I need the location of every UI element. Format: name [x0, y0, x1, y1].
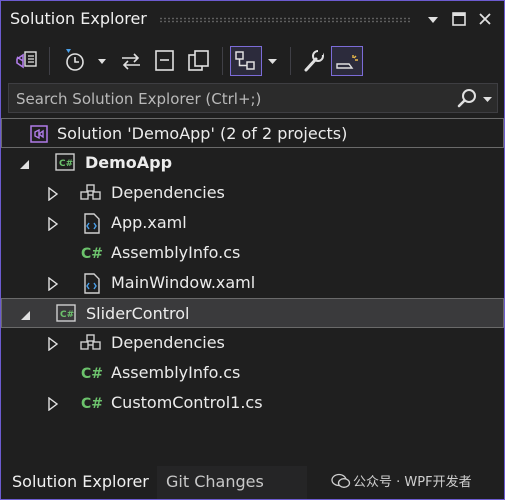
tree-item-project[interactable]: C# DemoApp [1, 148, 504, 178]
item-label: Dependencies [111, 183, 225, 202]
collapsed-arrow-icon[interactable] [47, 216, 59, 235]
tab-git-changes[interactable]: Git Changes [157, 466, 307, 499]
tree-item-file[interactable]: C# CustomControl1.cs [1, 388, 504, 418]
project-label: DemoApp [85, 153, 173, 172]
search-icon[interactable] [457, 88, 479, 114]
tree-item-file[interactable]: C# AssemblyInfo.cs [1, 238, 504, 268]
item-label: CustomControl1.cs [111, 393, 263, 412]
expanded-arrow-icon[interactable] [20, 307, 32, 326]
dependencies-icon [79, 183, 103, 207]
svg-text:C#: C# [59, 159, 73, 169]
item-label: MainWindow.xaml [111, 273, 256, 292]
show-all-files-icon[interactable] [184, 46, 214, 76]
svg-text:C#: C# [60, 310, 74, 320]
sync-with-active-document-icon[interactable] [116, 46, 146, 76]
tree-item-file[interactable]: App.xaml [1, 208, 504, 238]
xaml-file-icon [81, 273, 103, 299]
svg-text:C#: C# [81, 366, 103, 382]
item-label: Dependencies [111, 333, 225, 352]
expanded-arrow-icon[interactable] [19, 156, 31, 175]
search-box[interactable] [8, 83, 498, 114]
solution-explorer-panel: Solution Explorer Search Solution Explor… [0, 0, 505, 500]
dependencies-icon [79, 333, 103, 357]
collapse-all-icon[interactable] [151, 46, 179, 76]
pending-changes-filter-icon[interactable] [59, 46, 109, 76]
preview-selected-items-icon[interactable] [331, 46, 363, 76]
dropdown-arrow-icon[interactable] [424, 10, 442, 28]
collapsed-arrow-icon[interactable] [47, 396, 59, 415]
project-label: SliderControl [86, 304, 190, 323]
wechat-icon [331, 473, 351, 493]
tree-item-project[interactable]: C# SliderControl [1, 298, 504, 328]
svg-text:C#: C# [81, 246, 103, 262]
svg-text:C#: C# [81, 396, 103, 412]
collapsed-arrow-icon[interactable] [47, 336, 59, 355]
tree-item-solution[interactable]: Solution 'DemoApp' (2 of 2 projects) [1, 118, 504, 148]
solution-icon [28, 124, 50, 148]
tree-filter-dropdown-icon[interactable] [264, 46, 282, 76]
tree-item-file[interactable]: MainWindow.xaml [1, 268, 504, 298]
csharp-file-icon: C# [80, 393, 104, 417]
switch-views-icon[interactable] [11, 46, 41, 76]
csharp-project-icon: C# [54, 153, 76, 177]
panel-title: Solution Explorer [10, 9, 147, 28]
tab-solution-explorer[interactable]: Solution Explorer [5, 466, 153, 499]
xaml-file-icon [81, 213, 103, 239]
title-bar[interactable]: Solution Explorer [1, 1, 504, 37]
tree-item-file[interactable]: C# AssemblyInfo.cs [1, 358, 504, 388]
properties-wrench-icon[interactable] [299, 46, 327, 76]
toolbar-separator [290, 47, 291, 75]
search-options-dropdown-icon[interactable] [481, 90, 495, 112]
item-label: AssemblyInfo.cs [111, 363, 241, 382]
collapsed-arrow-icon[interactable] [47, 186, 59, 205]
tree-item-dependencies[interactable]: Dependencies [1, 328, 504, 358]
watermark-text: 公众号 · WPF开发者 [353, 475, 472, 490]
csharp-file-icon: C# [80, 363, 104, 387]
csharp-project-icon: C# [55, 304, 77, 328]
solution-label: Solution 'DemoApp' (2 of 2 projects) [57, 124, 348, 143]
collapsed-arrow-icon[interactable] [47, 276, 59, 295]
toolbar-separator [49, 47, 50, 75]
tree-item-dependencies[interactable]: Dependencies [1, 178, 504, 208]
toolbar [1, 39, 504, 83]
csharp-file-icon: C# [80, 243, 104, 267]
drag-grip[interactable] [159, 17, 411, 23]
maximize-icon[interactable] [450, 10, 468, 28]
tree-view-filter-icon[interactable] [230, 46, 262, 76]
close-icon[interactable] [476, 10, 494, 28]
toolbar-separator [222, 47, 223, 75]
item-label: AssemblyInfo.cs [111, 243, 241, 262]
item-label: App.xaml [111, 213, 187, 232]
search-input[interactable] [9, 84, 458, 114]
